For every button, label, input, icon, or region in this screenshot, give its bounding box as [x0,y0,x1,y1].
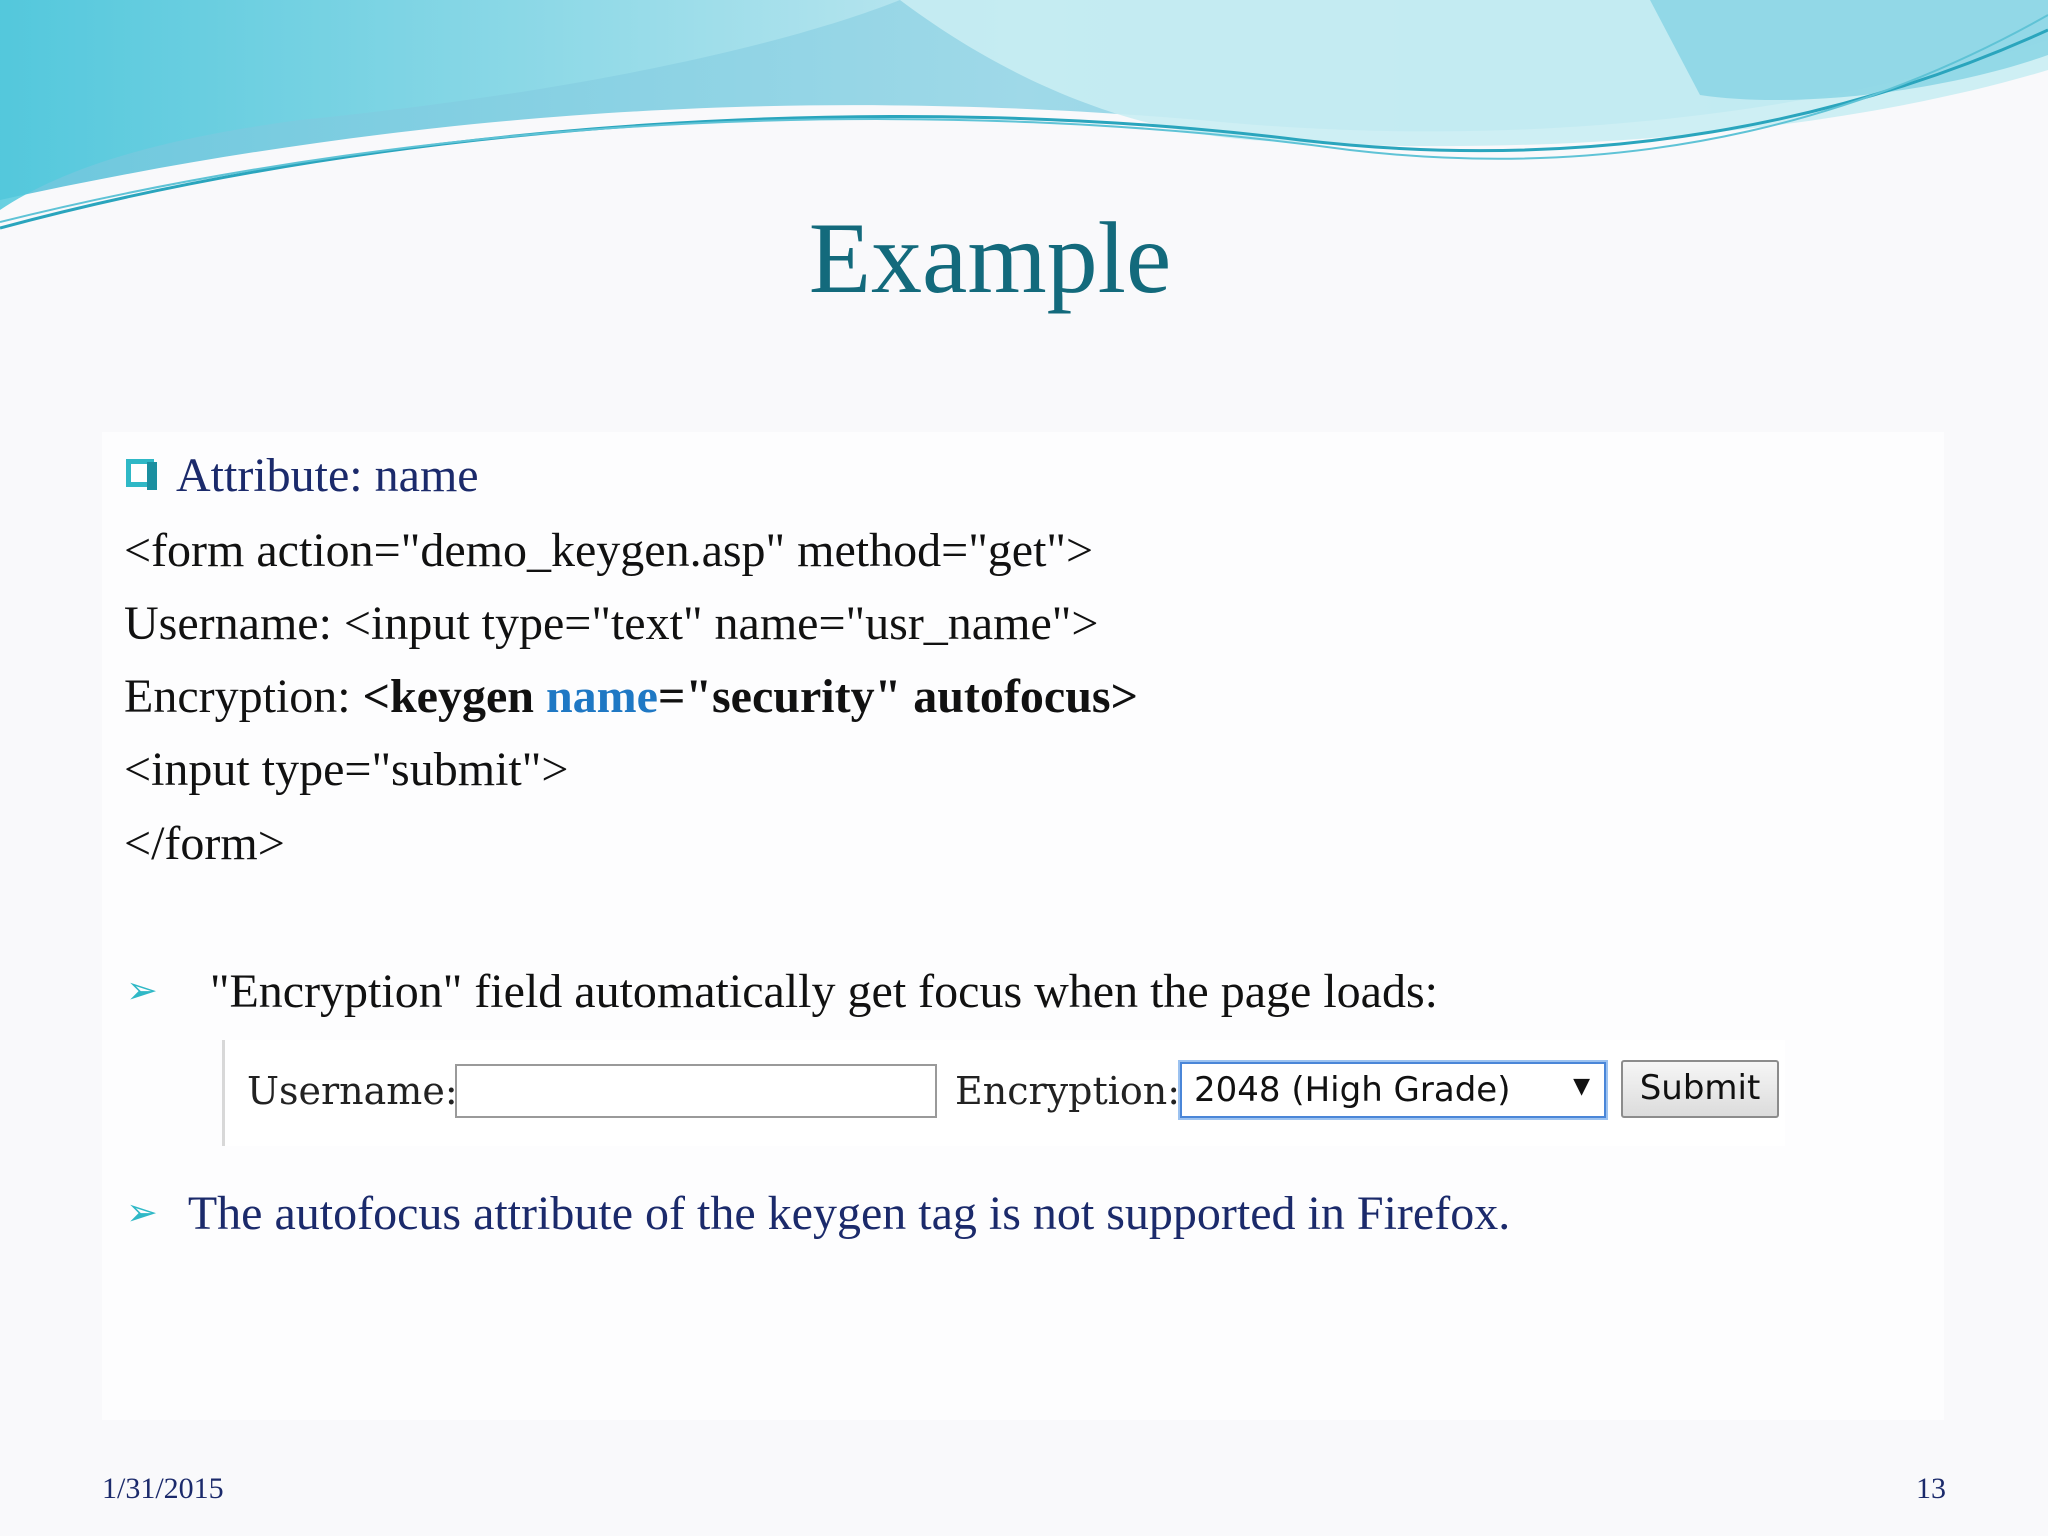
code-line-3-rest: ="security" autofocus> [657,670,1138,723]
encryption-label: Encryption: [955,1069,1181,1113]
bullet-focus-note: ➢ "Encryption" field automatically get fo… [126,968,1438,1016]
footer-page-number: 13 [1916,1472,1946,1505]
code-keygen-tag: <keygen [362,670,546,723]
username-input[interactable] [455,1064,937,1118]
bullet-firefox-note-text: The autofocus attribute of the keygen ta… [187,1187,1511,1240]
form-demo-screenshot: Username: Encryption: 2048 (High Grade) … [222,1040,1785,1146]
code-line-3: Encryption: <keygen name="security" auto… [124,673,1138,721]
content-panel [102,432,1944,1420]
code-line-2: Username: <input type="text" name="usr_n… [124,597,1099,650]
attribute-heading: Attribute: name [126,452,479,500]
code-line-4: <input type="submit"> [124,743,569,796]
arrow-bullet-icon: ➢ [126,1190,158,1234]
dropdown-arrow-icon[interactable]: ▼ [1573,1076,1590,1098]
slide: Example Attribute: name <form action="de… [0,0,2048,1536]
encryption-select[interactable]: 2048 (High Grade) ▼ [1180,1062,1606,1118]
slide-title: Example [808,202,1172,315]
bullet-focus-note-text: "Encryption" field automatically get foc… [209,965,1438,1018]
code-line-1: <form action="demo_keygen.asp" method="g… [124,524,1094,577]
bullet-firefox-note: ➢ The autofocus attribute of the keygen t… [126,1190,1510,1238]
footer-date: 1/31/2015 [102,1472,224,1505]
submit-button[interactable]: Submit [1621,1060,1779,1118]
attribute-heading-text: Attribute: name [176,449,479,502]
code-line-5: </form> [124,817,285,870]
username-label: Username: [247,1069,458,1113]
code-line-3-prefix: Encryption: [124,670,363,723]
encryption-select-value: 2048 (High Grade) [1194,1070,1511,1110]
code-name-attribute: name [545,670,658,723]
arrow-bullet-icon: ➢ [126,968,158,1012]
checkbox-bullet-icon [126,459,157,490]
